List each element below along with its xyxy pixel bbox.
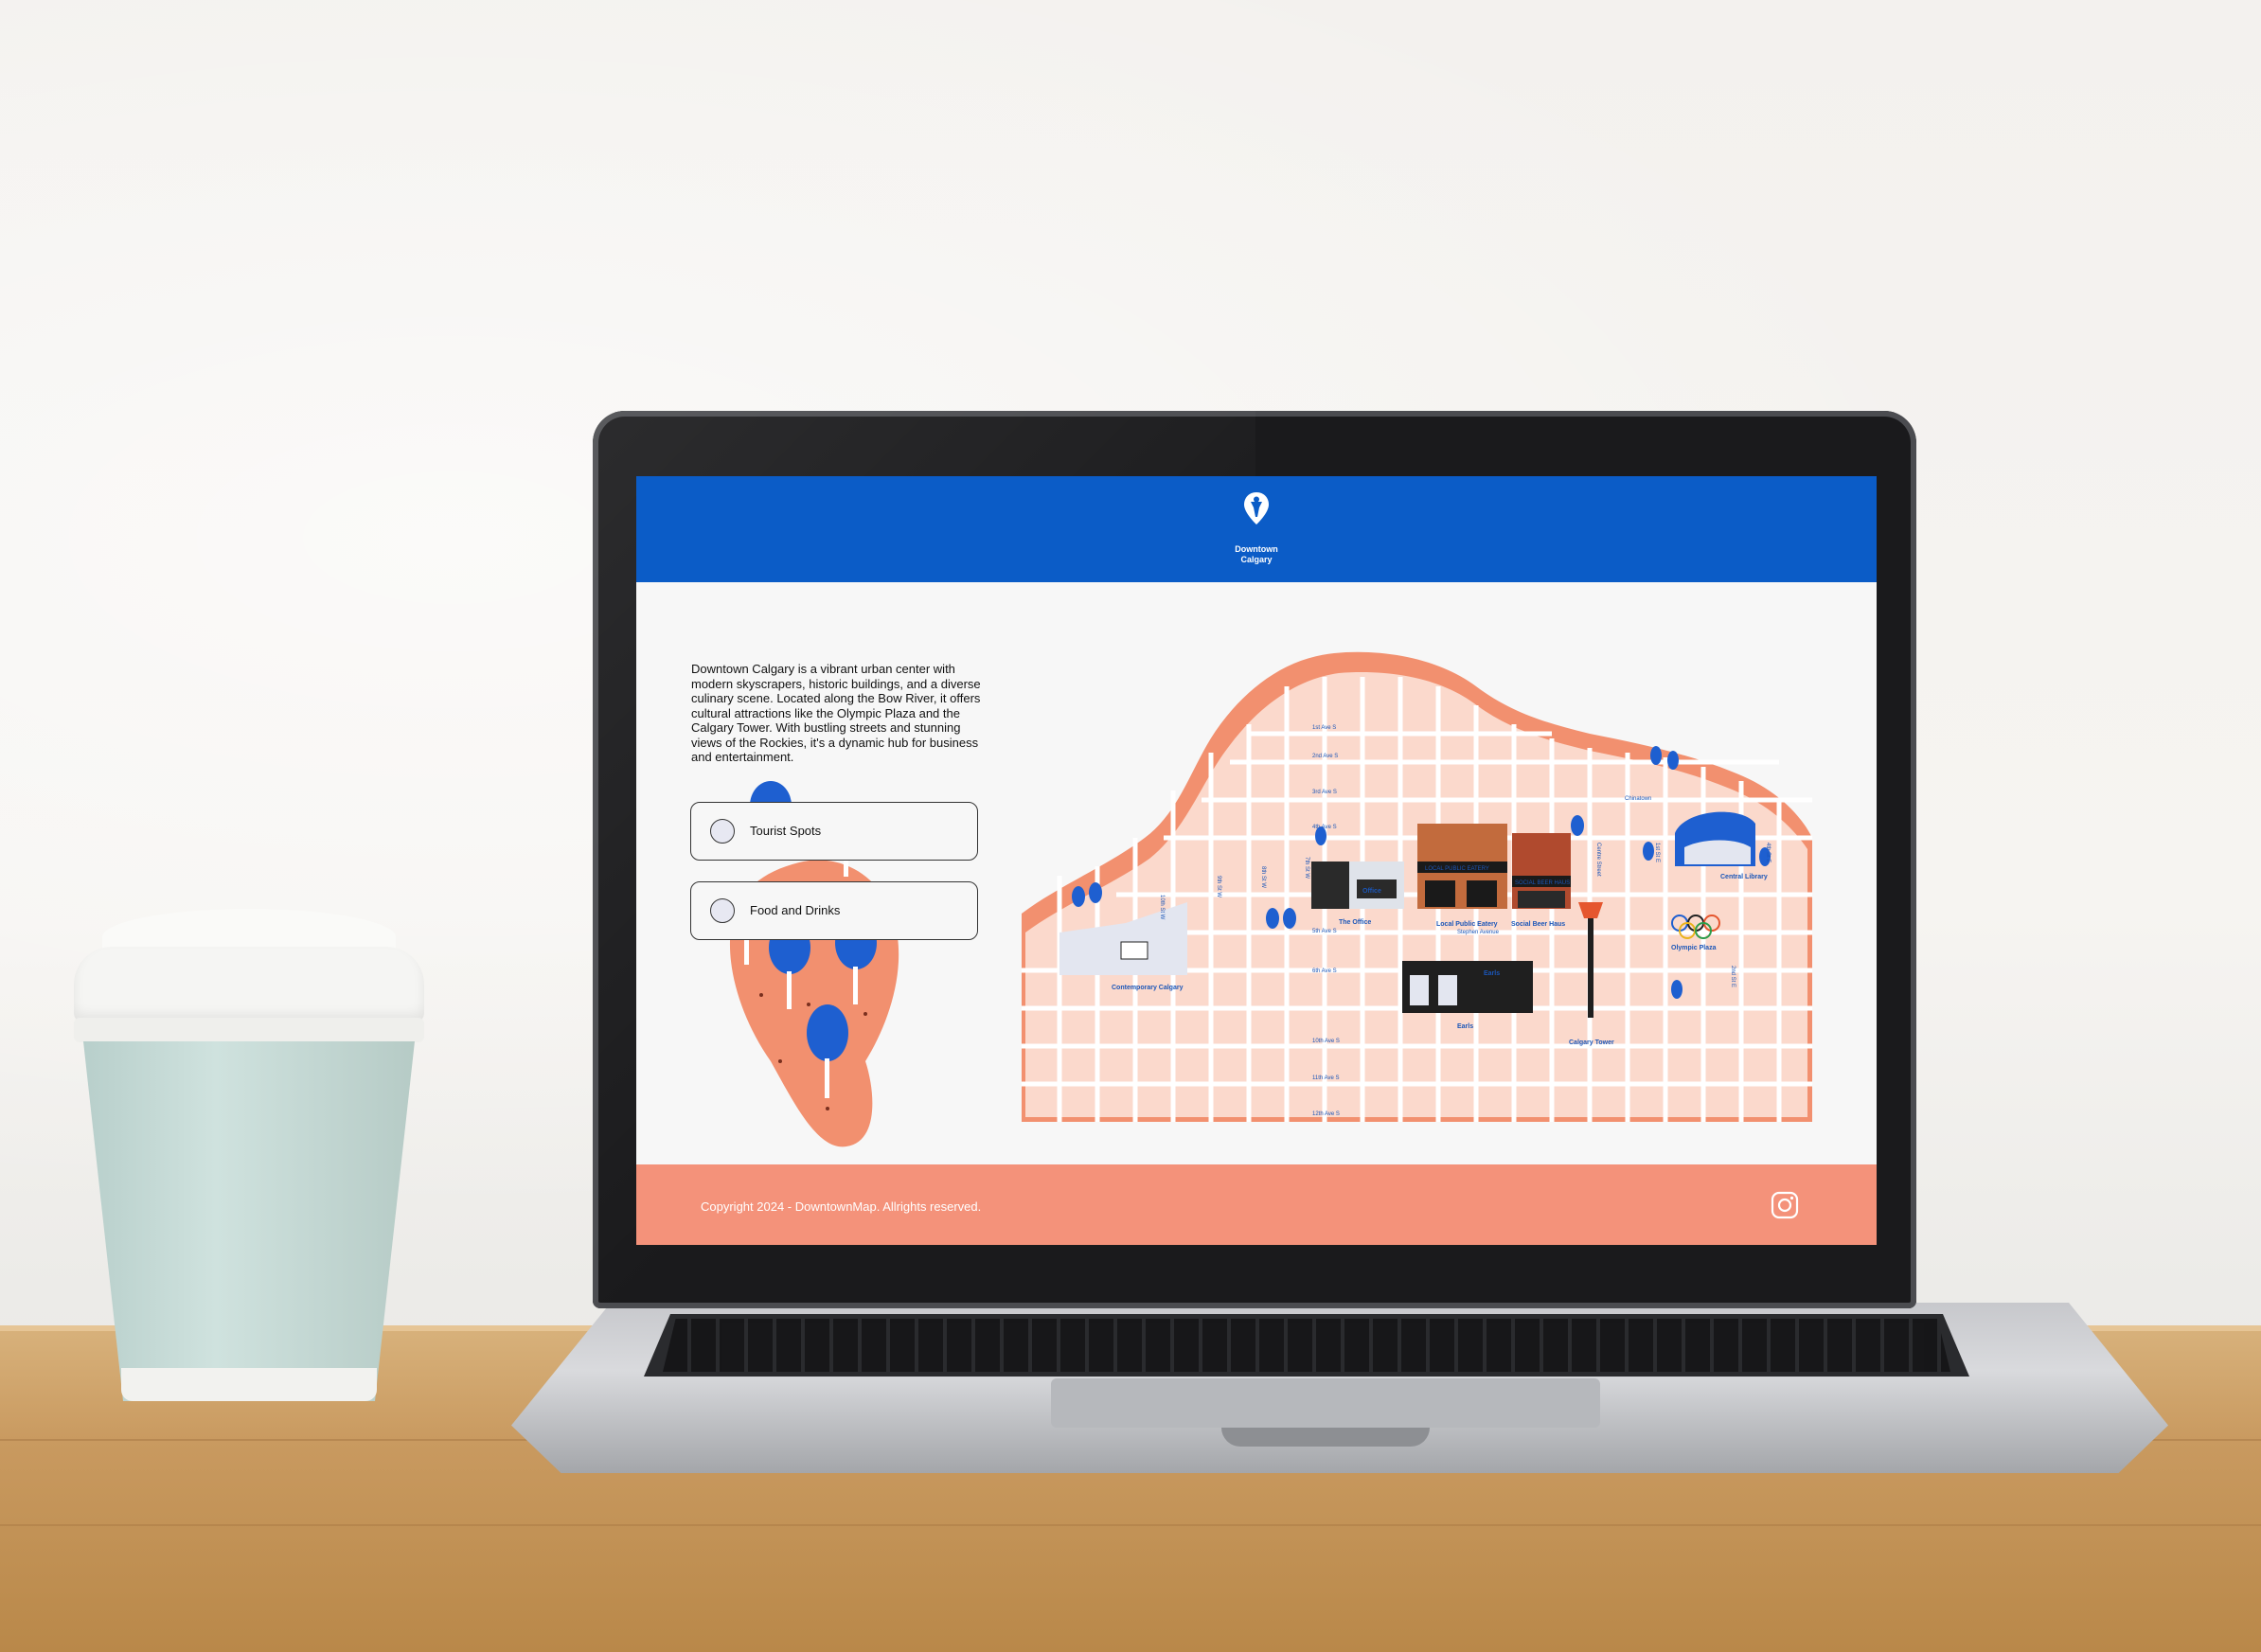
label-local-public: Local Public Eatery [1436, 921, 1498, 928]
street-label: 8th St W [1260, 866, 1266, 888]
cup-sleeve [83, 1041, 415, 1401]
laptop-screen: Downtown Calgary Downtown Calgary is a v… [636, 476, 1877, 1245]
food-drinks-option[interactable]: Food and Drinks [690, 881, 978, 940]
site-header: Downtown Calgary [636, 476, 1877, 582]
street-label: 1st Ave S [1312, 725, 1336, 731]
tourist-spots-option[interactable]: Tourist Spots [690, 802, 978, 861]
street-label: 9th St W [1216, 876, 1221, 897]
label-contemporary: Contemporary Calgary [1112, 985, 1184, 991]
social-beer-building[interactable]: SOCIAL BEER HAUS [1512, 833, 1571, 909]
instagram-icon[interactable] [1771, 1191, 1799, 1219]
earls-building[interactable]: Earls [1402, 961, 1533, 1013]
street-label: 10th St W [1159, 895, 1165, 920]
cup-bottom [121, 1368, 377, 1401]
street-label: 10th Ave S [1312, 1039, 1340, 1044]
street-label: 7th St W [1304, 857, 1309, 879]
label-olympic: Olympic Plaza [1671, 945, 1717, 951]
local-public-sign: LOCAL PUBLIC EATERY [1425, 866, 1489, 872]
laptop-notch [1221, 1428, 1430, 1447]
site-footer: Copyright 2024 - DowntownMap. Allrights … [636, 1164, 1877, 1245]
street-label: 11th Ave S [1312, 1075, 1339, 1081]
local-public-building[interactable]: LOCAL PUBLIC EATERY [1417, 824, 1507, 909]
street-label: 4th Ave S [1312, 825, 1337, 830]
street-label: 5th Ave S [1312, 929, 1337, 934]
street-label: 2nd St E [1730, 966, 1736, 987]
earls-sign: Earls [1484, 970, 1500, 977]
label-earls: Earls [1457, 1023, 1473, 1030]
street-label: 6th Ave S [1312, 968, 1337, 974]
radio-button[interactable] [710, 819, 735, 844]
cup-rim [74, 1018, 424, 1042]
laptop-keys [663, 1319, 1950, 1372]
label-office: The Office [1339, 919, 1371, 926]
social-beer-sign: SOCIAL BEER HAUS [1515, 880, 1570, 886]
location-pin-icon[interactable] [1243, 491, 1270, 525]
label-tower: Calgary Tower [1569, 1039, 1614, 1046]
copyright-text: Copyright 2024 - DowntownMap. Allrights … [701, 1199, 982, 1214]
street-label: Chinatown [1625, 796, 1651, 802]
option-label: Food and Drinks [750, 903, 841, 917]
street-label: Centre Street [1595, 843, 1601, 877]
downtown-map[interactable]: Office LOCAL PUBLIC EATERY SOCIAL BEER H… [1022, 648, 1812, 1122]
brand-line-1: Downtown [1235, 544, 1278, 554]
intro-text: Downtown Calgary is a vibrant urban cent… [691, 662, 981, 764]
office-sign: Office [1362, 888, 1381, 895]
street-label: Stephen Avenue [1457, 930, 1500, 935]
the-office-building[interactable]: Office [1311, 862, 1404, 909]
street-label: 12th Ave S [1312, 1111, 1340, 1117]
street-label: 1st St E [1654, 843, 1660, 862]
radio-button[interactable] [710, 898, 735, 923]
street-label: 2nd Ave S [1312, 754, 1338, 759]
brand-line-2: Calgary [1240, 555, 1273, 564]
street-label: 3rd Ave S [1312, 790, 1337, 795]
cup-lid [74, 947, 424, 1022]
street-label: 4th St E [1765, 843, 1771, 862]
label-library: Central Library [1720, 874, 1768, 880]
table-grain [0, 1524, 2261, 1526]
brand-logo-text[interactable]: Downtown Calgary [1204, 544, 1309, 565]
label-social-beer: Social Beer Haus [1511, 921, 1565, 928]
coffee-cup [74, 909, 424, 1401]
option-label: Tourist Spots [750, 824, 822, 838]
laptop-trackpad [1051, 1378, 1600, 1428]
